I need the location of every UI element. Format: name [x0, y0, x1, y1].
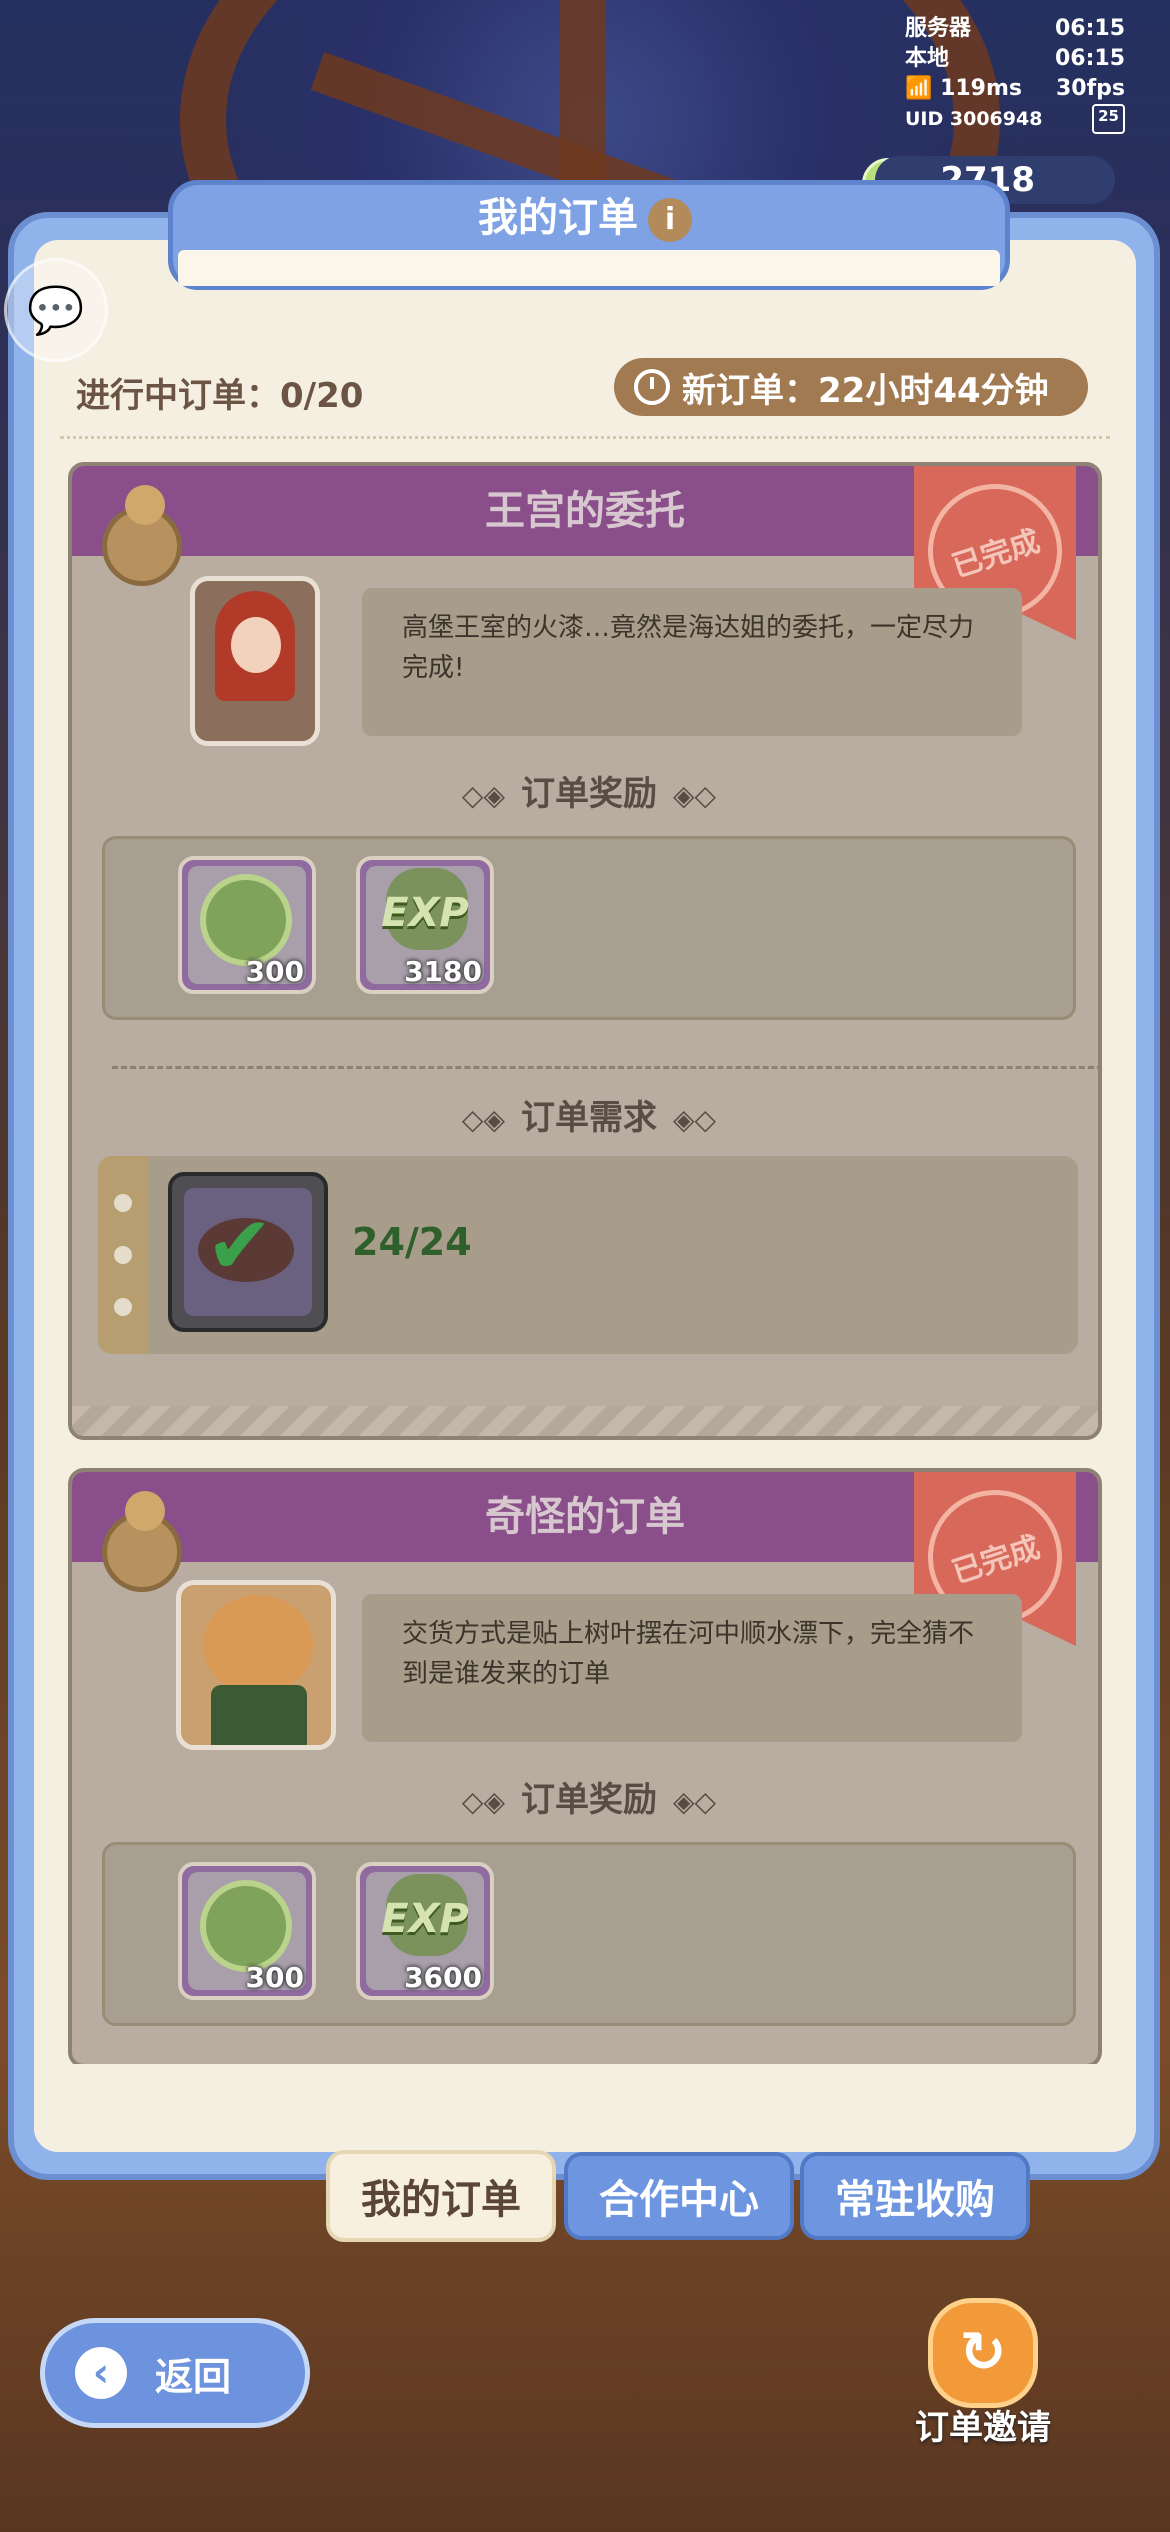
- exp-label: EXP: [381, 890, 469, 936]
- back-button[interactable]: ‹ 返回: [40, 2318, 310, 2428]
- checkmark-icon: ✔: [206, 1199, 274, 1292]
- order-progress: 进行中订单：0/20: [76, 376, 364, 416]
- ornament-left-icon: ◇◈: [461, 1785, 505, 1818]
- reward-item[interactable]: 300: [178, 1862, 316, 2000]
- requirement-heading: ◇◈ 订单需求 ◈◇: [461, 1098, 717, 1138]
- clover-coin-icon: [200, 1880, 292, 1972]
- pin-icon: [102, 485, 182, 586]
- pin-icon: [102, 1491, 182, 1592]
- ornament-left-icon: ◇◈: [461, 779, 505, 812]
- reward-qty: 300: [245, 955, 304, 988]
- ping-value: 📶 119ms: [905, 76, 1023, 101]
- requirement-item[interactable]: ✔: [168, 1172, 328, 1332]
- server-label: 服务器: [905, 16, 972, 41]
- reward-heading: ◇◈ 订单奖励 ◈◇: [461, 774, 717, 814]
- reward-qty: 300: [245, 1961, 304, 1994]
- panel-footer: [34, 2064, 1136, 2152]
- tab-permanent-purchase[interactable]: 常驻收购: [800, 2152, 1030, 2240]
- tab-cooperation-center[interactable]: 合作中心: [564, 2152, 794, 2240]
- network-status-hud: 服务器 06:15 本地 06:15 📶 119ms 30fps UID 300694…: [905, 14, 1125, 134]
- fps-value: 30fps: [1055, 76, 1125, 101]
- ornament-right-icon: ◈◇: [673, 1785, 717, 1818]
- reward-item[interactable]: EXP 3600: [356, 1862, 494, 2000]
- card-zigzag-edge: [72, 1406, 1098, 1436]
- exp-label: EXP: [381, 1896, 469, 1942]
- order-invite-label[interactable]: 订单邀请: [900, 2400, 1066, 2449]
- panel-title-text: 我的订单: [478, 195, 638, 241]
- tab-my-orders[interactable]: 我的订单: [326, 2150, 556, 2242]
- chat-button[interactable]: 💬: [4, 258, 108, 362]
- requirement-progress: 24/24: [352, 1220, 472, 1264]
- strip-dot: [114, 1298, 132, 1316]
- clock-icon: [634, 369, 670, 405]
- local-label: 本地: [905, 46, 950, 71]
- timer-text: 新订单：22小时44分钟: [682, 370, 1049, 411]
- info-icon[interactable]: i: [648, 198, 692, 242]
- order-invite-icon[interactable]: ↻: [928, 2298, 1038, 2408]
- dashed-divider: [112, 1066, 1098, 1069]
- back-arrow-icon: ‹: [75, 2347, 127, 2399]
- server-time: 06:15: [1054, 16, 1125, 41]
- ornament-right-icon: ◈◇: [673, 779, 717, 812]
- reward-qty: 3180: [404, 955, 482, 988]
- ornament-right-icon: ◈◇: [673, 1103, 717, 1136]
- title-strip: [178, 250, 1000, 286]
- uid-text: UID 3006948: [905, 108, 1043, 130]
- local-time: 06:15: [1054, 46, 1125, 71]
- strip-dot: [114, 1194, 132, 1212]
- back-label: 返回: [155, 2354, 232, 2399]
- divider: [60, 436, 1110, 443]
- order-description: 高堡王室的火漆…竟然是海达姐的委托，一定尽力完成!: [362, 588, 1022, 736]
- green-vest: [211, 1685, 307, 1745]
- reward-item[interactable]: 300: [178, 856, 316, 994]
- reward-item[interactable]: EXP 3180: [356, 856, 494, 994]
- battery-icon: 25: [1092, 104, 1125, 134]
- chat-bubble-icon: 💬: [27, 282, 85, 337]
- reward-qty: 3600: [404, 1961, 482, 1994]
- face: [231, 617, 281, 673]
- clover-coin-icon: [200, 874, 292, 966]
- panel-title: 我的订单 i: [0, 190, 1170, 246]
- ornament-left-icon: ◇◈: [461, 1103, 505, 1136]
- new-order-timer: 新订单：22小时44分钟: [614, 358, 1088, 416]
- order-card[interactable]: 奇怪的订单 已完成 交货方式是贴上树叶摆在河中顺水漂下，完全猜不到是谁发来的订单…: [68, 1468, 1102, 2068]
- order-description: 交货方式是贴上树叶摆在河中顺水漂下，完全猜不到是谁发来的订单: [362, 1594, 1022, 1742]
- client-portrait: [190, 576, 320, 746]
- reward-heading: ◇◈ 订单奖励 ◈◇: [461, 1780, 717, 1820]
- client-portrait: [176, 1580, 336, 1750]
- order-card[interactable]: 王宫的委托 已完成 高堡王室的火漆…竟然是海达姐的委托，一定尽力完成! ◇◈ 订单…: [68, 462, 1102, 1440]
- strip-dot: [114, 1246, 132, 1264]
- hamster-avatar: [203, 1595, 313, 1695]
